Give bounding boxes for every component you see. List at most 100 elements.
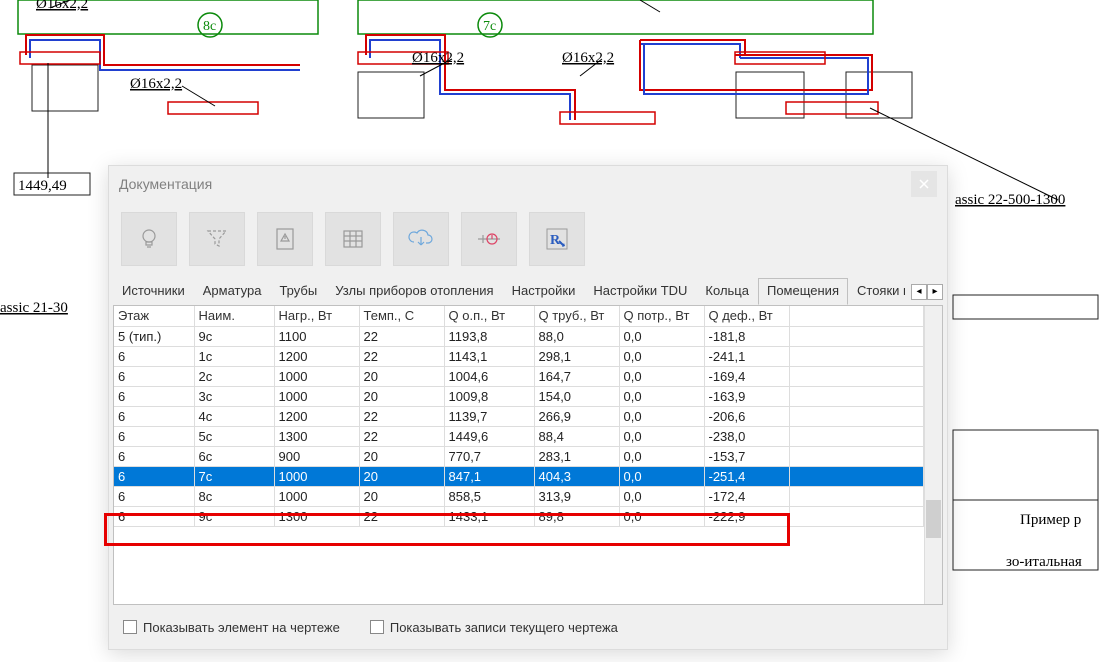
table-cell: 7с — [194, 466, 274, 486]
vertical-scrollbar[interactable] — [924, 306, 942, 604]
table-row[interactable]: 66с90020770,7283,10,0-153,7 — [114, 446, 924, 466]
cad-label: 7c — [483, 19, 496, 34]
table-cell: 4с — [194, 406, 274, 426]
table-cell: 6 — [114, 506, 194, 526]
table-cell: 154,0 — [534, 386, 619, 406]
revit-button[interactable]: R — [529, 212, 585, 266]
close-button[interactable] — [911, 171, 937, 197]
table-cell: 6 — [114, 386, 194, 406]
tab-risers[interactable]: Стояки в перек — [848, 278, 905, 305]
table-row[interactable]: 64с1200221139,7266,90,0-206,6 — [114, 406, 924, 426]
table-cell: 1000 — [274, 466, 359, 486]
table-cell — [789, 406, 924, 426]
table-cell: -163,9 — [704, 386, 789, 406]
table-cell: 3с — [194, 386, 274, 406]
tab-settings-tdu[interactable]: Настройки TDU — [584, 278, 696, 305]
table-cell: 8с — [194, 486, 274, 506]
table-cell: 20 — [359, 466, 444, 486]
table-cell: 266,9 — [534, 406, 619, 426]
col-qop[interactable]: Q о.п., Вт — [444, 306, 534, 326]
table-cell: 22 — [359, 346, 444, 366]
col-name[interactable]: Наим. — [194, 306, 274, 326]
table-row[interactable]: 63с1000201009,8154,00,0-163,9 — [114, 386, 924, 406]
tab-rings[interactable]: Кольца — [696, 278, 758, 305]
table-cell: 6 — [114, 426, 194, 446]
table-row[interactable]: 68с100020858,5313,90,0-172,4 — [114, 486, 924, 506]
idea-button[interactable] — [121, 212, 177, 266]
table-cell — [789, 346, 924, 366]
table-cell: -222,9 — [704, 506, 789, 526]
tab-rooms[interactable]: Помещения — [758, 278, 848, 305]
table-cell: 1433,1 — [444, 506, 534, 526]
table-row[interactable]: 61с1200221143,1298,10,0-241,1 — [114, 346, 924, 366]
table-cell — [789, 486, 924, 506]
table-cell: 88,4 — [534, 426, 619, 446]
table-row[interactable]: 65с1300221449,688,40,0-238,0 — [114, 426, 924, 446]
tab-sources[interactable]: Источники — [113, 278, 194, 305]
table-cell — [789, 466, 924, 486]
cad-label: Пример р — [1020, 512, 1081, 528]
filter-icon — [204, 226, 230, 252]
col-floor[interactable]: Этаж — [114, 306, 194, 326]
tab-pipes[interactable]: Трубы — [270, 278, 326, 305]
table-cell: 1143,1 — [444, 346, 534, 366]
cad-label: 1449,49 — [18, 178, 67, 194]
table-row[interactable]: 69с1300221433,189,80,0-222,9 — [114, 506, 924, 526]
table-cell: 1300 — [274, 506, 359, 526]
table-cell: 2с — [194, 366, 274, 386]
table-cell: 6 — [114, 366, 194, 386]
table-cell: 1449,6 — [444, 426, 534, 446]
data-grid[interactable]: Этаж Наим. Нагр., Вт Темп., С Q о.п., Вт… — [113, 305, 943, 605]
cloud-download-icon — [406, 226, 436, 252]
grid-button[interactable] — [325, 212, 381, 266]
table-cell: 0,0 — [619, 426, 704, 446]
table-cell: 22 — [359, 326, 444, 346]
show-element-on-drawing-checkbox[interactable]: Показывать элемент на чертеже — [123, 620, 340, 635]
table-cell: 1004,6 — [444, 366, 534, 386]
tab-settings[interactable]: Настройки — [503, 278, 585, 305]
table-cell: 1100 — [274, 326, 359, 346]
table-cell: 89,8 — [534, 506, 619, 526]
table-cell: 0,0 — [619, 326, 704, 346]
table-row[interactable]: 62с1000201004,6164,70,0-169,4 — [114, 366, 924, 386]
table-cell: 1300 — [274, 426, 359, 446]
table-row[interactable]: 5 (тип.)9с1100221193,888,00,0-181,8 — [114, 326, 924, 346]
tabs-scroll-right[interactable]: ▸ — [927, 284, 943, 300]
cad-label: Ø16x2,2 — [562, 50, 614, 66]
checkbox-label: Показывать записи текущего чертежа — [390, 620, 618, 635]
cad-label: Ø16x2,2 — [36, 0, 88, 12]
table-cell: -181,8 — [704, 326, 789, 346]
table-cell: 0,0 — [619, 386, 704, 406]
measure-button[interactable] — [461, 212, 517, 266]
cad-label: 8c — [203, 19, 216, 34]
table-cell: 0,0 — [619, 366, 704, 386]
col-qpipes[interactable]: Q труб., Вт — [534, 306, 619, 326]
col-temp[interactable]: Темп., С — [359, 306, 444, 326]
table-cell: 858,5 — [444, 486, 534, 506]
table-cell: 900 — [274, 446, 359, 466]
col-load[interactable]: Нагр., Вт — [274, 306, 359, 326]
table-cell — [789, 426, 924, 446]
table-row[interactable]: 67с100020847,1404,30,0-251,4 — [114, 466, 924, 486]
tab-heating-units[interactable]: Узлы приборов отопления — [326, 278, 502, 305]
warning-button[interactable] — [257, 212, 313, 266]
cad-label: assic 22-500-1300 — [955, 192, 1065, 208]
table-cell: 20 — [359, 386, 444, 406]
col-qdef[interactable]: Q деф., Вт — [704, 306, 789, 326]
table-cell: 9с — [194, 506, 274, 526]
table-cell: -153,7 — [704, 446, 789, 466]
table-cell: 5с — [194, 426, 274, 446]
cloud-download-button[interactable] — [393, 212, 449, 266]
table-cell: 0,0 — [619, 406, 704, 426]
cad-label: assic 21-30 — [0, 300, 68, 316]
show-current-drawing-records-checkbox[interactable]: Показывать записи текущего чертежа — [370, 620, 618, 635]
table-cell: 0,0 — [619, 446, 704, 466]
tab-fittings[interactable]: Арматура — [194, 278, 271, 305]
col-qcons[interactable]: Q потр., Вт — [619, 306, 704, 326]
tabs: Источники Арматура Трубы Узлы приборов о… — [109, 274, 947, 305]
table-cell — [789, 446, 924, 466]
tabs-scroll-left[interactable]: ◂ — [911, 284, 927, 300]
table-cell: 6 — [114, 486, 194, 506]
scrollbar-thumb[interactable] — [926, 500, 941, 538]
filter-button[interactable] — [189, 212, 245, 266]
